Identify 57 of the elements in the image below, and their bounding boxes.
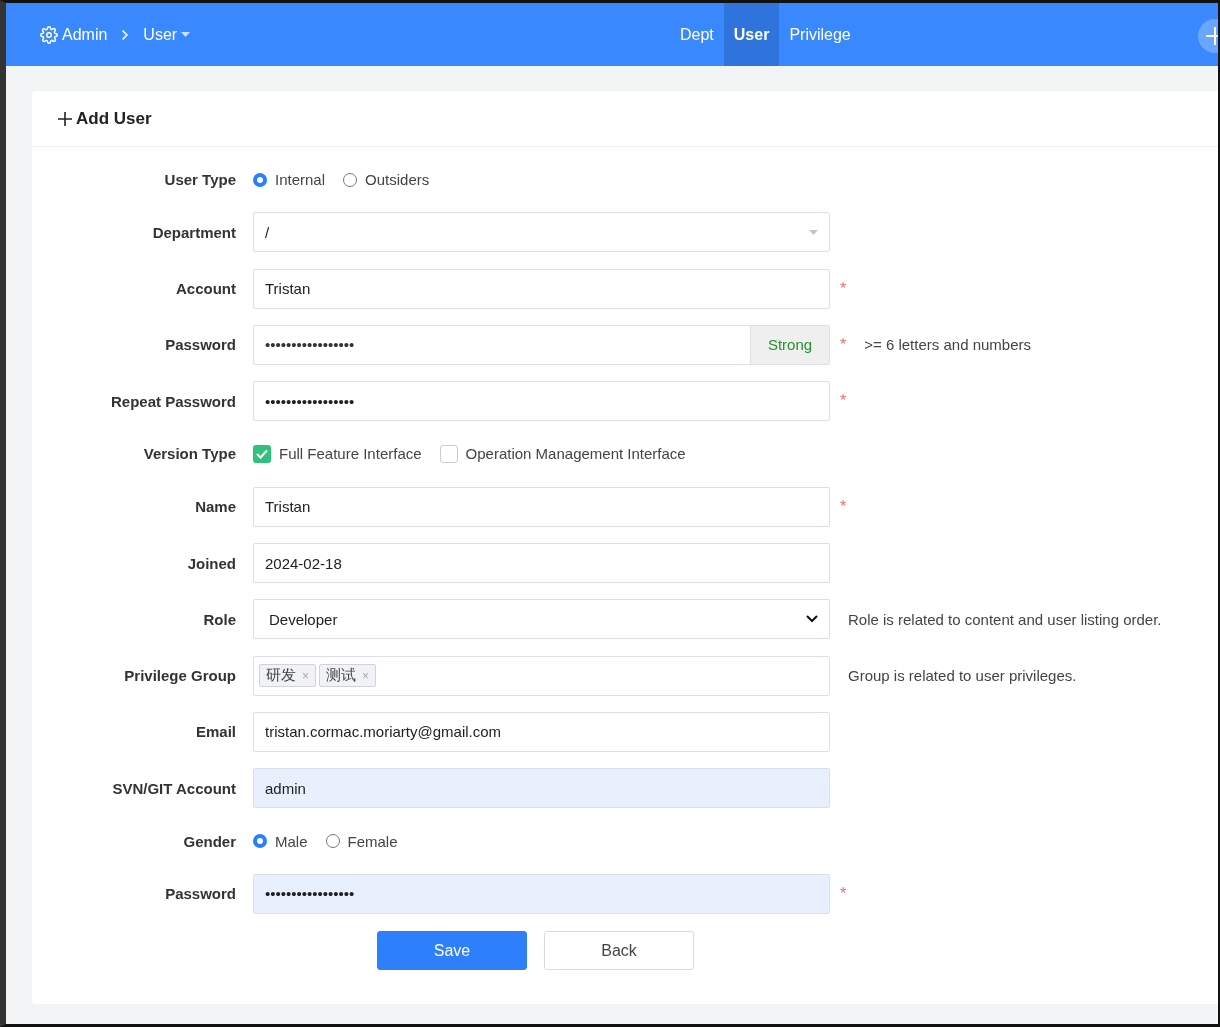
required-mark: * bbox=[840, 884, 847, 903]
field-label: Repeat Password bbox=[109, 392, 236, 410]
option-label: Outsiders bbox=[365, 171, 430, 188]
input-field[interactable]: ••••••••••••••••• bbox=[253, 873, 830, 914]
option-label: Full Feature Interface bbox=[279, 445, 422, 463]
radio-button[interactable] bbox=[253, 834, 267, 849]
input-field[interactable]: ••••••••••••••••• bbox=[253, 381, 830, 422]
option-label: Internal bbox=[275, 171, 326, 188]
option-label: Female bbox=[347, 832, 398, 850]
checkbox[interactable] bbox=[253, 445, 271, 463]
field-label: SVN/GIT Account bbox=[111, 779, 236, 797]
required-mark: * bbox=[840, 279, 847, 298]
field-label: Department bbox=[151, 223, 236, 241]
radio-button[interactable] bbox=[343, 172, 358, 187]
field-label: User Type bbox=[163, 171, 236, 188]
password-field[interactable]: ••••••••••••••••• Strong bbox=[253, 324, 830, 365]
card-title: Add User bbox=[76, 108, 152, 129]
input-field[interactable]: admin bbox=[253, 768, 830, 809]
option-label: Male bbox=[275, 832, 308, 850]
field-label: Joined bbox=[186, 554, 236, 572]
radio-button[interactable] bbox=[253, 172, 267, 187]
required-mark: * bbox=[840, 335, 847, 354]
radio-button[interactable] bbox=[325, 834, 340, 849]
input-field[interactable]: tristan.cormac.moriarty@gmail.com bbox=[253, 711, 830, 752]
field-hint: Group is related to user privileges. bbox=[848, 667, 1077, 685]
role-select[interactable]: Developer bbox=[253, 599, 830, 640]
required-mark: * bbox=[840, 497, 847, 516]
field-label: Gender bbox=[182, 832, 236, 850]
strength-indicator: Strong bbox=[750, 325, 829, 364]
field-label: Email bbox=[194, 723, 236, 741]
input-field[interactable]: Tristan bbox=[253, 268, 830, 309]
chevron-down-icon bbox=[806, 615, 818, 624]
field-label: Password bbox=[164, 336, 236, 354]
field-hint: >= 6 letters and numbers bbox=[864, 336, 1031, 354]
nav-tab[interactable]: User bbox=[723, 3, 780, 66]
required-mark: * bbox=[840, 392, 847, 411]
field-label: Account bbox=[175, 280, 236, 298]
tag-label: 测试 bbox=[326, 666, 356, 686]
field-label: Privilege Group bbox=[123, 667, 236, 685]
back-button[interactable]: Back bbox=[544, 931, 694, 971]
option-label: Operation Management Interface bbox=[465, 445, 686, 463]
field-label: Role bbox=[202, 610, 236, 628]
checkbox[interactable] bbox=[439, 445, 458, 463]
field-label: Name bbox=[194, 498, 236, 516]
field-hint: Role is related to content and user listing order. bbox=[848, 610, 1162, 628]
caret-icon bbox=[809, 229, 818, 235]
settings-icon bbox=[40, 25, 58, 44]
department-dropdown[interactable]: / bbox=[253, 212, 830, 253]
save-button[interactable]: Save bbox=[377, 931, 527, 971]
input-field[interactable]: Tristan bbox=[253, 486, 830, 527]
plus-icon bbox=[58, 111, 72, 126]
field-label: Version Type bbox=[142, 445, 236, 463]
field-label: Password bbox=[164, 885, 236, 903]
caret-icon bbox=[181, 32, 191, 37]
tag-label: 研发 bbox=[266, 666, 296, 686]
chevron-right-icon bbox=[121, 28, 130, 41]
input-field[interactable]: 2024-02-18 bbox=[253, 543, 830, 584]
